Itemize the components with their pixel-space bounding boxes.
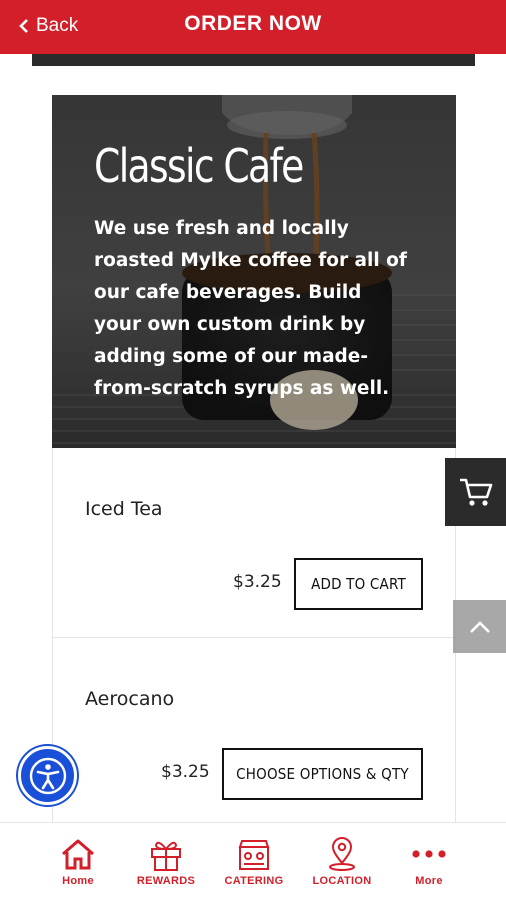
nav-more[interactable]: More	[384, 837, 474, 887]
nav-label: REWARDS	[136, 875, 196, 887]
cart-icon	[459, 478, 492, 506]
cart-button[interactable]	[445, 458, 506, 526]
home-icon	[62, 839, 94, 870]
category-description: We use fresh and locally roasted Mylke c…	[94, 218, 407, 399]
nav-label: CATERING	[224, 875, 284, 887]
add-to-cart-button[interactable]: ADD TO CART	[294, 558, 423, 610]
item-price: $3.25	[161, 762, 210, 782]
catering-icon	[238, 840, 270, 870]
top-bar: Back ORDER NOW	[0, 0, 506, 54]
category-banner: Classic Cafe We use fresh and locally ro…	[52, 95, 456, 448]
category-title: Classic Cafe	[94, 139, 304, 193]
location-pin-icon	[329, 837, 355, 871]
menu-item: Aerocano $3.25 CHOOSE OPTIONS & QTY	[53, 638, 455, 828]
nav-label: More	[415, 875, 443, 887]
nav-catering[interactable]: CATERING	[209, 837, 299, 887]
item-name: Iced Tea	[85, 498, 163, 520]
bottom-nav: Home REWARDS CATERING LOCATION More	[0, 822, 506, 900]
nav-label: LOCATION	[312, 875, 372, 887]
more-dots-icon	[412, 850, 446, 858]
accessibility-icon	[29, 757, 66, 794]
item-price: $3.25	[233, 572, 282, 592]
nav-rewards[interactable]: REWARDS	[121, 837, 211, 887]
nav-home[interactable]: Home	[33, 837, 123, 887]
item-name: Aerocano	[85, 688, 175, 710]
scroll-to-top-button[interactable]	[453, 600, 506, 653]
choose-options-button[interactable]: CHOOSE OPTIONS & QTY	[222, 748, 423, 800]
nav-label: Home	[62, 875, 94, 887]
menu-item-list: Iced Tea $3.25 ADD TO CART Aerocano $3.2…	[52, 448, 456, 828]
page-title: ORDER NOW	[184, 12, 322, 35]
nav-location[interactable]: LOCATION	[297, 837, 387, 887]
category-strip	[32, 54, 475, 66]
gift-icon	[151, 841, 181, 871]
accessibility-button[interactable]	[18, 746, 77, 805]
chevron-up-icon	[469, 620, 490, 633]
menu-item: Iced Tea $3.25 ADD TO CART	[53, 448, 455, 638]
